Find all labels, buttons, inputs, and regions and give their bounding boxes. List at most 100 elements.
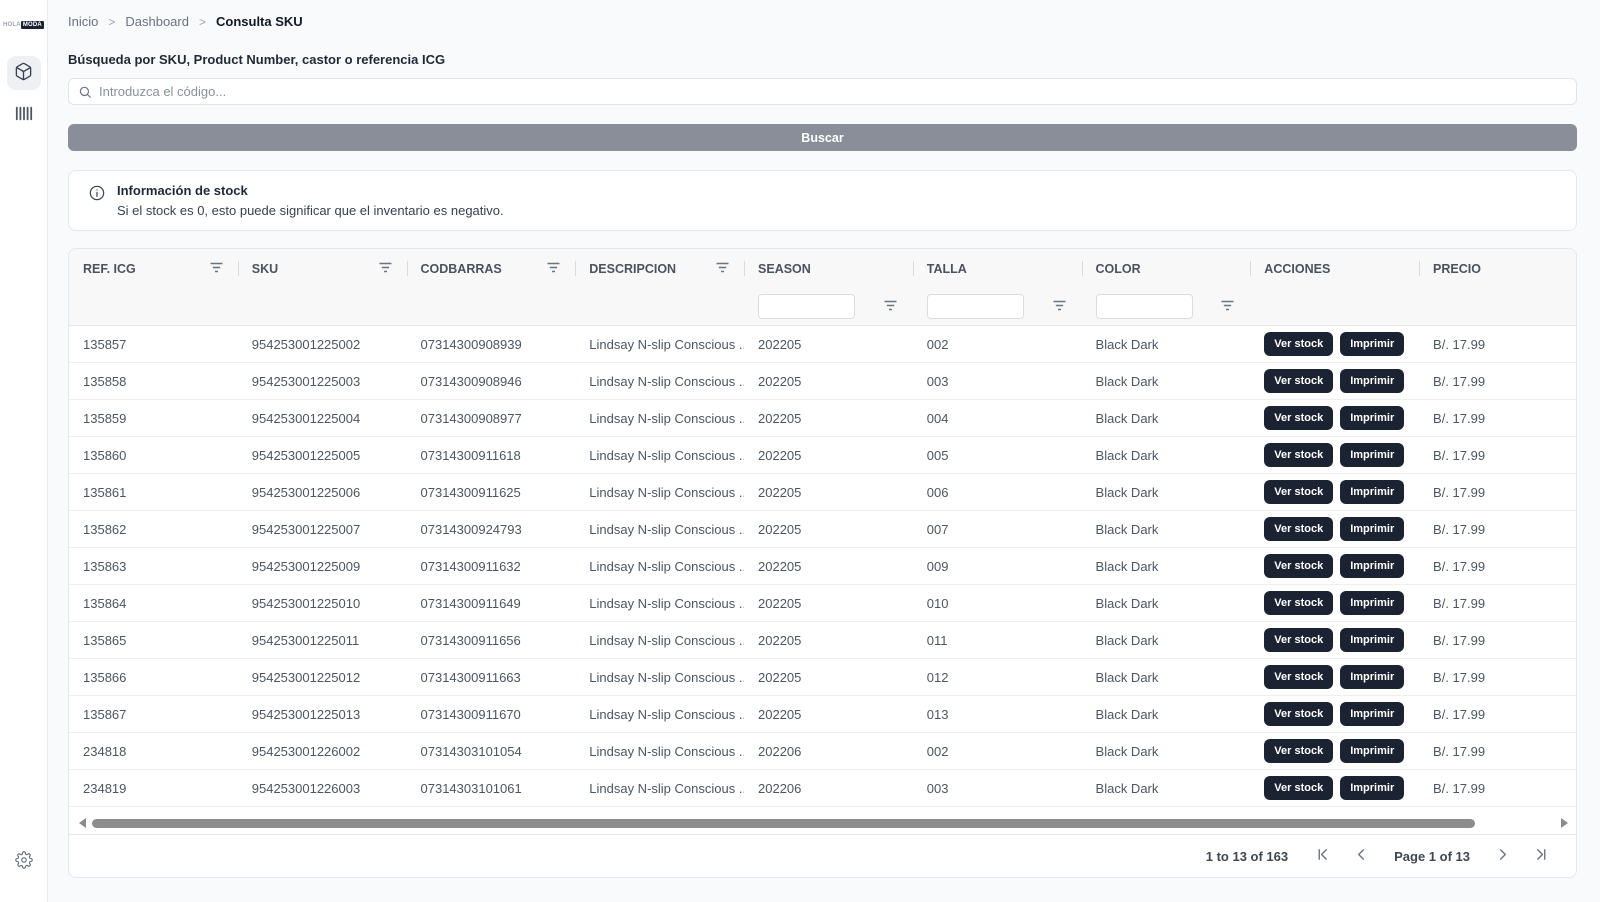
cell-codbarras: 07314300908939 (420, 336, 522, 352)
ver-stock-button[interactable]: Ver stock (1264, 443, 1334, 467)
ver-stock-button[interactable]: Ver stock (1264, 554, 1334, 578)
imprimir-button[interactable]: Imprimir (1340, 739, 1405, 763)
chevron-left-icon (1355, 848, 1368, 864)
imprimir-button[interactable]: Imprimir (1340, 369, 1405, 393)
sidebar-item-products[interactable] (6, 56, 41, 90)
cell-sku: 954253001226003 (251, 780, 361, 796)
scrollbar-track[interactable] (92, 818, 1555, 828)
breadcrumb-inicio[interactable]: Inicio (68, 14, 98, 29)
pagination-range: 1 to 13 of 163 (1205, 848, 1289, 864)
imprimir-button[interactable]: Imprimir (1340, 628, 1405, 652)
cell-sku: 954253001225006 (251, 484, 361, 500)
table-row: 135865 954253001225011 07314300911656 Li… (69, 622, 1576, 659)
filter-icon[interactable] (210, 262, 223, 276)
table-row: 234818 954253001226002 07314303101054 Li… (69, 733, 1576, 770)
ver-stock-button[interactable]: Ver stock (1264, 332, 1334, 356)
cell-sku: 954253001225010 (251, 595, 361, 611)
search-box (68, 78, 1577, 105)
imprimir-button[interactable]: Imprimir (1340, 776, 1405, 800)
imprimir-button[interactable]: Imprimir (1340, 480, 1405, 504)
cell-descripcion: Lindsay N-slip Conscious ... (589, 410, 745, 426)
ver-stock-button[interactable]: Ver stock (1264, 406, 1334, 430)
filter-icon[interactable] (547, 262, 560, 276)
ver-stock-button[interactable]: Ver stock (1264, 628, 1334, 652)
cell-sku: 954253001225007 (251, 521, 361, 537)
column-header-color[interactable]: COLOR (1081, 249, 1251, 288)
scroll-right-arrow-icon[interactable] (1561, 818, 1568, 828)
cell-acciones: Ver stock Imprimir (1250, 437, 1419, 473)
ver-stock-button[interactable]: Ver stock (1264, 591, 1334, 615)
column-header-ref-icg[interactable]: REF. ICG (69, 249, 238, 288)
cell-sku: 954253001225005 (251, 447, 361, 463)
cell-acciones: Ver stock Imprimir (1250, 511, 1419, 547)
cell-sku: 954253001225002 (251, 336, 361, 352)
cell-acciones: Ver stock Imprimir (1250, 400, 1419, 436)
ver-stock-button[interactable]: Ver stock (1264, 776, 1334, 800)
sidebar-item-barcode[interactable] (7, 98, 41, 132)
next-page-button[interactable] (1496, 848, 1509, 864)
cell-ref-icg: 135859 (83, 410, 127, 426)
first-page-button[interactable] (1316, 848, 1329, 864)
ver-stock-button[interactable]: Ver stock (1264, 702, 1334, 726)
season-filter-input[interactable] (758, 294, 856, 319)
imprimir-button[interactable]: Imprimir (1340, 332, 1405, 356)
last-page-button[interactable] (1535, 848, 1548, 864)
imprimir-button[interactable]: Imprimir (1340, 591, 1405, 615)
search-input[interactable] (99, 84, 1567, 99)
column-header-season[interactable]: SEASON (744, 249, 913, 288)
column-header-codbarras[interactable]: CODBARRAS (406, 249, 576, 288)
search-icon (78, 85, 92, 99)
ver-stock-button[interactable]: Ver stock (1264, 739, 1334, 763)
imprimir-button[interactable]: Imprimir (1340, 665, 1405, 689)
cell-precio: B/. 17.99 (1433, 632, 1486, 648)
cell-precio: B/. 17.99 (1433, 410, 1486, 426)
column-header-talla[interactable]: TALLA (912, 249, 1082, 288)
table-body: 135857 954253001225002 07314300908939 Li… (69, 326, 1576, 807)
cell-ref-icg: 135867 (83, 706, 127, 722)
talla-filter-input[interactable] (926, 294, 1024, 319)
cell-acciones: Ver stock Imprimir (1250, 548, 1419, 584)
cell-sku: 954253001225009 (251, 558, 361, 574)
cell-ref-icg: 135857 (83, 336, 127, 352)
cell-season: 202205 (758, 558, 802, 574)
breadcrumb-dashboard[interactable]: Dashboard (125, 14, 189, 29)
column-header-precio[interactable]: PRECIO (1419, 249, 1576, 288)
ver-stock-button[interactable]: Ver stock (1264, 480, 1334, 504)
buscar-button[interactable]: Buscar (68, 124, 1577, 151)
scroll-left-arrow-icon[interactable] (79, 818, 86, 828)
table-row: 135864 954253001225010 07314300911649 Li… (69, 585, 1576, 622)
color-filter-input[interactable] (1095, 294, 1193, 319)
scrollbar-thumb[interactable] (92, 818, 1475, 828)
filter-icon[interactable] (884, 298, 897, 316)
ver-stock-button[interactable]: Ver stock (1264, 517, 1334, 541)
imprimir-button[interactable]: Imprimir (1340, 443, 1405, 467)
filter-icon[interactable] (716, 262, 729, 276)
cell-acciones: Ver stock Imprimir (1250, 770, 1419, 806)
cell-color: Black Dark (1095, 373, 1159, 389)
imprimir-button[interactable]: Imprimir (1340, 554, 1405, 578)
cell-codbarras: 07314300908977 (420, 410, 522, 426)
imprimir-button[interactable]: Imprimir (1340, 702, 1405, 726)
filter-icon[interactable] (1053, 298, 1066, 316)
cell-codbarras: 07314300911656 (420, 632, 521, 648)
cell-precio: B/. 17.99 (1433, 484, 1486, 500)
sku-table: REF. ICG SKU CODBARRAS DESCRIPCION SEASO… (68, 248, 1577, 878)
info-title: Información de stock (117, 183, 248, 198)
settings-button[interactable] (7, 844, 41, 878)
filter-icon[interactable] (379, 262, 392, 276)
ver-stock-button[interactable]: Ver stock (1264, 369, 1334, 393)
ver-stock-button[interactable]: Ver stock (1264, 665, 1334, 689)
pagination: 1 to 13 of 163 Page 1 of 13 (69, 834, 1576, 877)
app-logo: HOLA MODA (3, 21, 44, 29)
cell-precio: B/. 17.99 (1433, 595, 1486, 611)
imprimir-button[interactable]: Imprimir (1340, 517, 1405, 541)
logo-text-hola: HOLA (3, 22, 21, 28)
cell-talla: 003 (926, 780, 949, 796)
imprimir-button[interactable]: Imprimir (1340, 406, 1405, 430)
filter-icon[interactable] (1221, 298, 1234, 316)
previous-page-button[interactable] (1355, 848, 1368, 864)
cell-descripcion: Lindsay N-slip Conscious ... (589, 373, 745, 389)
cell-codbarras: 07314300924793 (420, 521, 522, 537)
column-header-sku[interactable]: SKU (237, 249, 407, 288)
column-header-descripcion[interactable]: DESCRIPCION (575, 249, 744, 288)
